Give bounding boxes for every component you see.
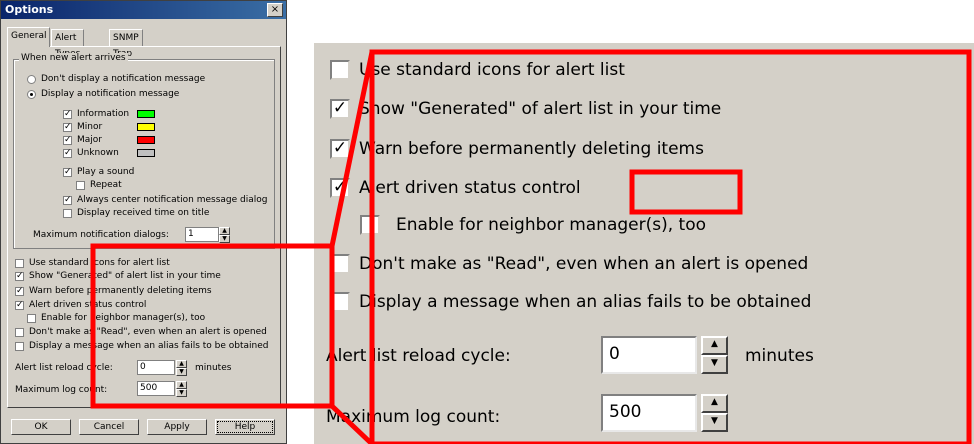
color-swatch[interactable] (137, 149, 155, 157)
tab-snmp-trap[interactable]: SNMP Trap (109, 29, 143, 59)
option-label: Warn before permanently deleting items (29, 286, 212, 296)
max-log-label: Maximum log count: (15, 385, 108, 395)
checkbox-warn-delete[interactable]: ✓ (15, 287, 24, 296)
max-log-up[interactable]: ▲ (176, 381, 187, 389)
zoom-option-label: Don't make as "Read", even when an alert… (359, 254, 809, 274)
zoom-checkbox-standard-icons[interactable] (330, 60, 350, 80)
zoom-option-label: Warn before permanently deleting items (359, 139, 704, 159)
checkbox-repeat[interactable] (76, 181, 85, 190)
zoom-reload-unit: minutes (745, 346, 814, 366)
checkbox-neighbor-manager[interactable] (27, 314, 36, 323)
window-title: Options (5, 3, 54, 16)
repeat-label: Repeat (90, 180, 122, 190)
reload-cycle-input[interactable]: 0 (137, 360, 175, 375)
zoomed-panel: Use standard icons for alert list ✓ Show… (314, 43, 974, 444)
zoom-checkbox-alias-fail[interactable] (330, 292, 350, 312)
checkbox-dont-mark-read[interactable] (15, 328, 24, 337)
zoom-option-label: Enable for neighbor manager(s), too (396, 215, 707, 235)
checkbox-unknown[interactable]: ✓ (63, 149, 72, 158)
max-log-down[interactable]: ▼ (176, 389, 187, 397)
level-label: Information (77, 109, 130, 119)
color-swatch[interactable] (137, 110, 155, 118)
color-swatch[interactable] (137, 136, 155, 144)
title-bar: Options × (1, 1, 286, 19)
option-label: Display a message when an alias fails to… (29, 341, 269, 351)
zoom-max-log-down[interactable]: ▼ (701, 413, 728, 432)
zoom-option-label: Display a message when an alias fails to… (359, 292, 812, 312)
max-dialogs-down[interactable]: ▼ (219, 235, 230, 243)
option-label: Use standard icons for alert list (29, 258, 170, 268)
help-button[interactable]: Help (215, 419, 275, 435)
checkbox-standard-icons[interactable] (15, 259, 24, 268)
zoom-checkbox-neighbor-manager[interactable] (360, 215, 380, 235)
level-label: Minor (77, 122, 103, 132)
level-label: Major (77, 135, 102, 145)
tab-general[interactable]: General (7, 27, 51, 47)
radio-display-label: Display a notification message (41, 89, 180, 99)
option-label: Don't make as "Read", even when an alert… (29, 327, 267, 337)
option-label: Enable for neighbor manager(s), too (41, 313, 206, 323)
reload-cycle-up[interactable]: ▲ (176, 360, 187, 368)
zoom-option-label: Use standard icons for alert list (359, 60, 625, 80)
tab-alert-types[interactable]: Alert Types (51, 29, 85, 59)
options-dialog: Options × General Alert Types SNMP Trap … (0, 0, 287, 444)
max-log-input[interactable]: 500 (137, 381, 175, 396)
checkbox-alias-fail[interactable] (15, 342, 24, 351)
checkbox-alert-driven[interactable]: ✓ (15, 301, 24, 310)
reload-cycle-label: Alert list reload cycle: (15, 363, 113, 373)
max-dialogs-input[interactable]: 1 (185, 227, 219, 242)
max-dialogs-label: Maximum notification dialogs: (33, 230, 169, 240)
max-dialogs-up[interactable]: ▲ (219, 227, 230, 235)
apply-button[interactable]: Apply (147, 419, 207, 435)
zoom-max-log-up[interactable]: ▲ (701, 394, 728, 413)
zoom-reload-down[interactable]: ▼ (701, 355, 728, 374)
zoom-reload-up[interactable]: ▲ (701, 336, 728, 355)
checkbox-always-center[interactable]: ✓ (63, 196, 72, 205)
close-button[interactable]: × (267, 3, 283, 17)
zoom-checkbox-generated-time[interactable]: ✓ (330, 99, 350, 119)
option-label: Alert driven status control (29, 300, 147, 310)
play-sound-label: Play a sound (77, 167, 135, 177)
zoom-max-log-input[interactable]: 500 (601, 394, 697, 432)
zoom-checkbox-dont-mark-read[interactable] (330, 254, 350, 274)
checkbox-display-time[interactable] (63, 209, 72, 218)
radio-dont-display[interactable] (27, 75, 36, 84)
radio-dont-display-label: Don't display a notification message (41, 74, 206, 84)
checkbox-major[interactable]: ✓ (63, 136, 72, 145)
zoom-reload-label: Alert list reload cycle: (326, 346, 511, 366)
zoom-checkbox-alert-driven[interactable]: ✓ (330, 178, 350, 198)
cancel-button[interactable]: Cancel (79, 419, 139, 435)
option-label: Show "Generated" of alert list in your t… (29, 271, 221, 281)
checkbox-play-sound[interactable]: ✓ (63, 168, 72, 177)
reload-cycle-down[interactable]: ▼ (176, 368, 187, 376)
reload-unit-label: minutes (195, 363, 232, 373)
display-time-label: Display received time on title (77, 208, 210, 218)
group-title: When new alert arrives (19, 53, 128, 63)
zoom-option-label: Alert driven status control (359, 178, 581, 198)
zoom-checkbox-warn-delete[interactable]: ✓ (330, 139, 350, 159)
ok-button[interactable]: OK (11, 419, 71, 435)
zoom-option-label: Show "Generated" of alert list in your t… (359, 99, 722, 119)
color-swatch[interactable] (137, 123, 155, 131)
checkbox-information[interactable]: ✓ (63, 110, 72, 119)
zoom-reload-input[interactable]: 0 (601, 336, 697, 374)
level-label: Unknown (77, 148, 119, 158)
checkbox-minor[interactable]: ✓ (63, 123, 72, 132)
zoom-max-log-label: Maximum log count: (326, 407, 501, 427)
checkbox-generated-time[interactable]: ✓ (15, 272, 24, 281)
always-center-label: Always center notification message dialo… (77, 195, 268, 205)
radio-display[interactable] (27, 90, 36, 99)
